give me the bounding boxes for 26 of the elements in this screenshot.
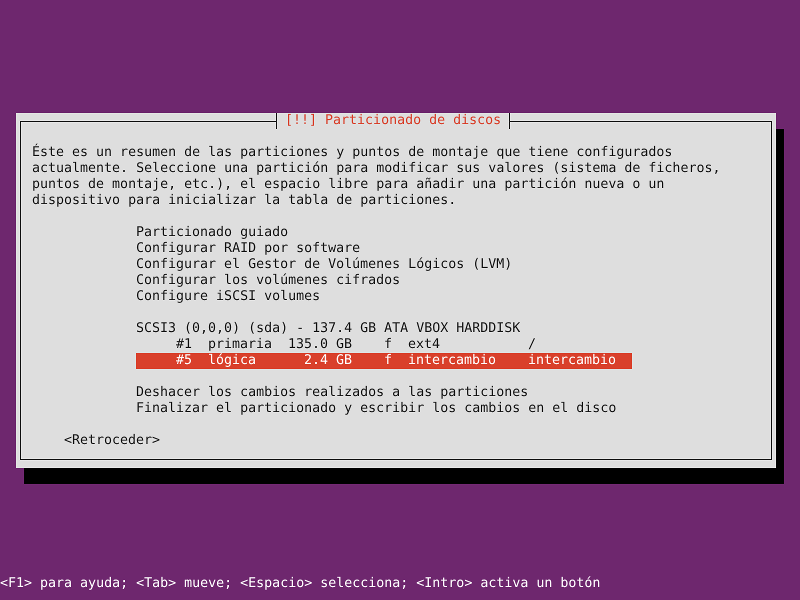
partition-row[interactable]: #5 lógica 2.4 GB f intercambio intercambio <box>136 353 632 369</box>
partition-flag-text: f <box>384 337 394 353</box>
menu-item[interactable]: Configurar los volúmenes cifrados <box>136 273 632 289</box>
menu-item[interactable]: Particionado guiado <box>136 225 632 241</box>
partition-type: lógica <box>208 353 258 369</box>
menu-item[interactable]: SCSI3 (0,0,0) (sda) - 137.4 GB ATA VBOX HARDDISK <box>136 321 632 337</box>
dialog-title: [!!] Particionado de discos <box>276 113 510 129</box>
menu-item[interactable]: Deshacer los cambios realizados a las particiones <box>136 385 632 401</box>
partition-filesystem: intercambio <box>408 353 498 369</box>
partition-row[interactable]: #1 primaria 135.0 GB f ext4 / <box>136 337 632 353</box>
back-button[interactable]: <Retroceder> <box>64 433 160 449</box>
partition-type: primaria <box>208 337 274 353</box>
partition-mount: intercambio <box>528 353 616 369</box>
description-text: Éste es un resumen de las particiones y puntos de montaje que tiene configurados actualmente. Seleccione una partición para modificar sus valores (sistema de ficheros, puntos de montaje, etc.), el espacio libre para añadir una partición nueva o un dispositivo para inicializar la tabla de particiones. <box>32 145 722 209</box>
menu-item[interactable]: Configurar RAID por software <box>136 241 632 257</box>
partition-size: 2.4 GB <box>302 353 352 369</box>
menu-item[interactable]: Finalizar el particionado y escribir los cambios en el disco <box>136 401 632 417</box>
partition-flag-text: f <box>384 353 394 369</box>
menu-item[interactable]: Configurar el Gestor de Volúmenes Lógicos (LVM) <box>136 257 632 273</box>
partition-number: #1 <box>176 337 194 353</box>
partition-mount: / <box>528 337 536 353</box>
partition-number: #5 <box>176 353 194 369</box>
menu-item[interactable]: Configure iSCSI volumes <box>136 289 632 305</box>
partition-filesystem: ext4 <box>408 337 442 353</box>
partition-size: 135.0 GB <box>286 337 352 353</box>
help-text: <F1> para ayuda; <Tab> mueve; <Espacio> selecciona; <Intro> activa un botón <box>0 576 602 592</box>
